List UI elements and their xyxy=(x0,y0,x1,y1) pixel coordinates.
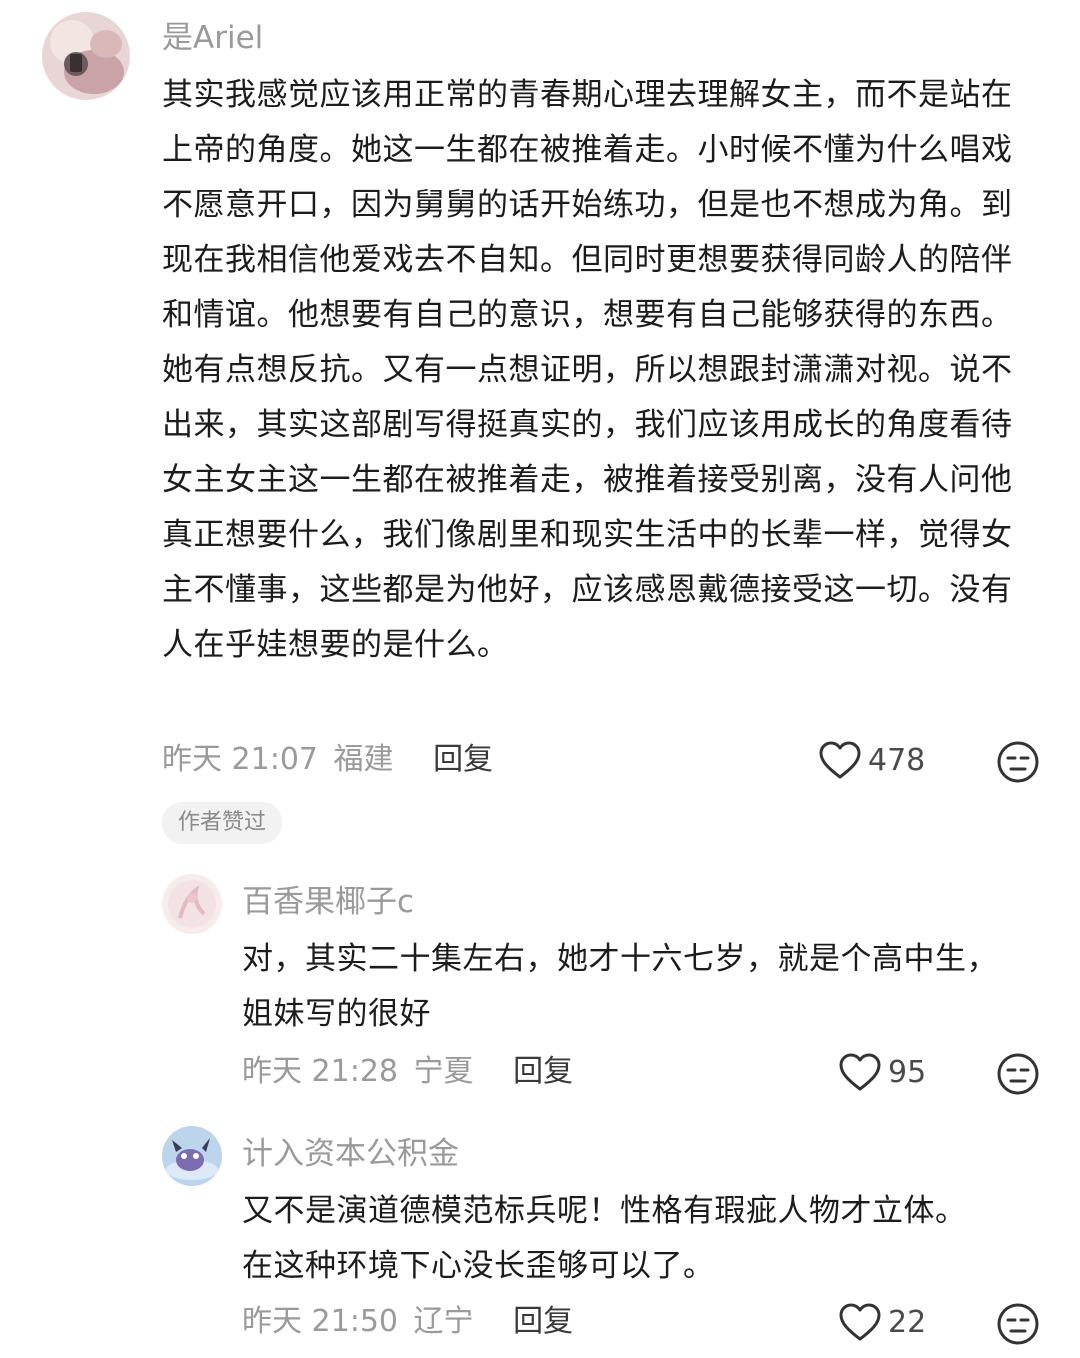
unimpressed-face-icon xyxy=(997,741,1039,783)
like-button[interactable]: 95 xyxy=(838,1052,926,1092)
comment-username[interactable]: 是Ariel xyxy=(162,18,263,58)
comment-text: 其实我感觉应该用正常的青春期心理去理解女主，而不是站在上帝的角度。她这一生都在被… xyxy=(162,77,1013,663)
reply-time: 昨天 21:28 xyxy=(242,1054,398,1089)
avatar-image xyxy=(162,874,222,934)
reply-username[interactable]: 百香果椰子c xyxy=(242,882,414,922)
reply-meta: 昨天 21:28 宁夏 回复 xyxy=(242,1052,573,1092)
heart-outline-icon xyxy=(838,1052,882,1092)
avatar-image xyxy=(162,1126,222,1186)
like-button[interactable]: 478 xyxy=(818,740,925,780)
reply-button[interactable]: 回复 xyxy=(433,742,493,777)
reply-username[interactable]: 计入资本公积金 xyxy=(242,1134,459,1174)
like-count: 22 xyxy=(888,1304,927,1340)
reply-text: 对，其实二十集左右，她才十六七岁，就是个高中生，姐妹写的很好 xyxy=(242,941,998,1032)
dislike-button[interactable] xyxy=(996,1302,1040,1350)
heart-outline-icon xyxy=(818,740,862,780)
unimpressed-face-icon xyxy=(997,1303,1039,1345)
reply-location: 宁夏 xyxy=(413,1054,474,1089)
comment-time: 昨天 21:07 xyxy=(162,742,318,777)
like-button[interactable]: 22 xyxy=(838,1302,926,1342)
reply-text: 又不是演道德模范标兵呢！性格有瑕疵人物才立体。在这种环境下心没长歪够可以了。 xyxy=(242,1193,967,1284)
unimpressed-face-icon xyxy=(997,1053,1039,1095)
dislike-button[interactable] xyxy=(996,740,1040,788)
reply-location: 辽宁 xyxy=(413,1304,474,1339)
avatar[interactable] xyxy=(162,874,222,934)
reply-button[interactable]: 回复 xyxy=(513,1054,573,1089)
author-liked-badge: 作者赞过 xyxy=(162,802,283,844)
dislike-button[interactable] xyxy=(996,1052,1040,1100)
reply-meta: 昨天 21:50 辽宁 回复 xyxy=(242,1302,573,1342)
reply-time: 昨天 21:50 xyxy=(242,1304,398,1339)
comment-location: 福建 xyxy=(333,742,394,777)
reply-button[interactable]: 回复 xyxy=(513,1304,573,1339)
like-count: 478 xyxy=(868,742,926,778)
avatar-image xyxy=(42,12,130,100)
heart-outline-icon xyxy=(838,1302,882,1342)
avatar[interactable] xyxy=(42,12,130,100)
avatar[interactable] xyxy=(162,1126,222,1186)
like-count: 95 xyxy=(888,1054,927,1090)
comment-meta: 昨天 21:07 福建 回复 xyxy=(162,740,493,780)
